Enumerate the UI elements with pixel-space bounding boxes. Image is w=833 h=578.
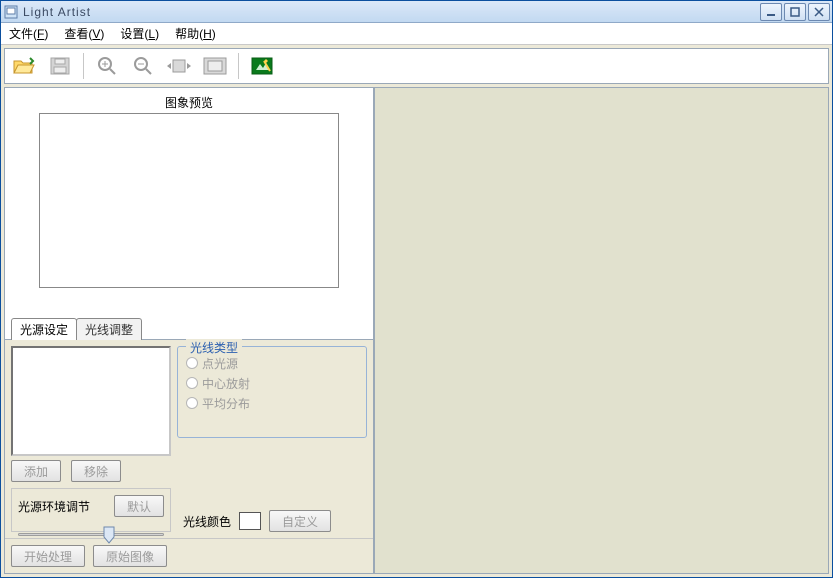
ray-type-legend: 光线类型 xyxy=(186,339,242,356)
fit-width-button[interactable] xyxy=(162,51,196,81)
bottom-buttons: 开始处理 原始图像 xyxy=(5,538,373,573)
custom-color-button[interactable]: 自定义 xyxy=(269,510,331,532)
zoom-out-button[interactable] xyxy=(126,51,160,81)
radio-point-light[interactable]: 点光源 xyxy=(186,353,358,373)
default-button[interactable]: 默认 xyxy=(114,495,164,517)
radio-icon xyxy=(186,397,198,409)
controls-panel: 添加 移除 光线类型 点光源 中心放射 平均分布 光源环境调节 xyxy=(5,340,373,538)
color-label: 光线颜色 xyxy=(183,513,231,530)
preview-area: 图象预览 xyxy=(5,88,373,320)
menu-settings[interactable]: 设置(L) xyxy=(116,25,163,42)
preview-label: 图象预览 xyxy=(165,94,213,111)
radio-icon xyxy=(186,357,198,369)
content-area: 图象预览 光源设定 光线调整 添加 移除 光线类 xyxy=(4,87,829,574)
left-panel: 图象预览 光源设定 光线调整 添加 移除 光线类 xyxy=(4,87,374,574)
maximize-button[interactable] xyxy=(784,3,806,21)
radio-center-radiate[interactable]: 中心放射 xyxy=(186,373,358,393)
image-canvas[interactable] xyxy=(374,87,829,574)
menu-help[interactable]: 帮助(H) xyxy=(171,25,220,42)
minimize-button[interactable] xyxy=(760,3,782,21)
radio-even-distribute[interactable]: 平均分布 xyxy=(186,393,358,413)
start-process-button[interactable]: 开始处理 xyxy=(11,545,85,567)
original-image-button[interactable]: 原始图像 xyxy=(93,545,167,567)
effect-button[interactable] xyxy=(245,51,279,81)
add-button[interactable]: 添加 xyxy=(11,460,61,482)
titlebar: Light Artist xyxy=(1,1,832,23)
preview-box xyxy=(39,113,339,288)
tab-ray-adjust[interactable]: 光线调整 xyxy=(76,318,142,340)
app-window: Light Artist 文件(F) 查看(V) 设置(L) 帮助(H) xyxy=(0,0,833,578)
menu-view[interactable]: 查看(V) xyxy=(60,25,108,42)
tab-light-source[interactable]: 光源设定 xyxy=(11,318,77,340)
app-icon xyxy=(3,4,19,20)
menu-file[interactable]: 文件(F) xyxy=(5,25,52,42)
fit-screen-button[interactable] xyxy=(198,51,232,81)
light-source-list[interactable] xyxy=(11,346,171,456)
close-button[interactable] xyxy=(808,3,830,21)
open-button[interactable] xyxy=(7,51,41,81)
ray-type-fieldset: 光线类型 点光源 中心放射 平均分布 xyxy=(177,346,367,438)
tabs: 光源设定 光线调整 xyxy=(5,320,373,340)
menubar: 文件(F) 查看(V) 设置(L) 帮助(H) xyxy=(1,23,832,45)
save-button[interactable] xyxy=(43,51,77,81)
env-label: 光源环境调节 xyxy=(18,498,90,515)
slider-thumb-icon xyxy=(103,526,115,544)
remove-button[interactable]: 移除 xyxy=(71,460,121,482)
toolbar-separator xyxy=(238,53,239,79)
window-title: Light Artist xyxy=(23,5,91,19)
toolbar-separator xyxy=(83,53,84,79)
radio-icon xyxy=(186,377,198,389)
toolbar xyxy=(4,48,829,84)
color-swatch[interactable] xyxy=(239,512,261,530)
zoom-in-button[interactable] xyxy=(90,51,124,81)
